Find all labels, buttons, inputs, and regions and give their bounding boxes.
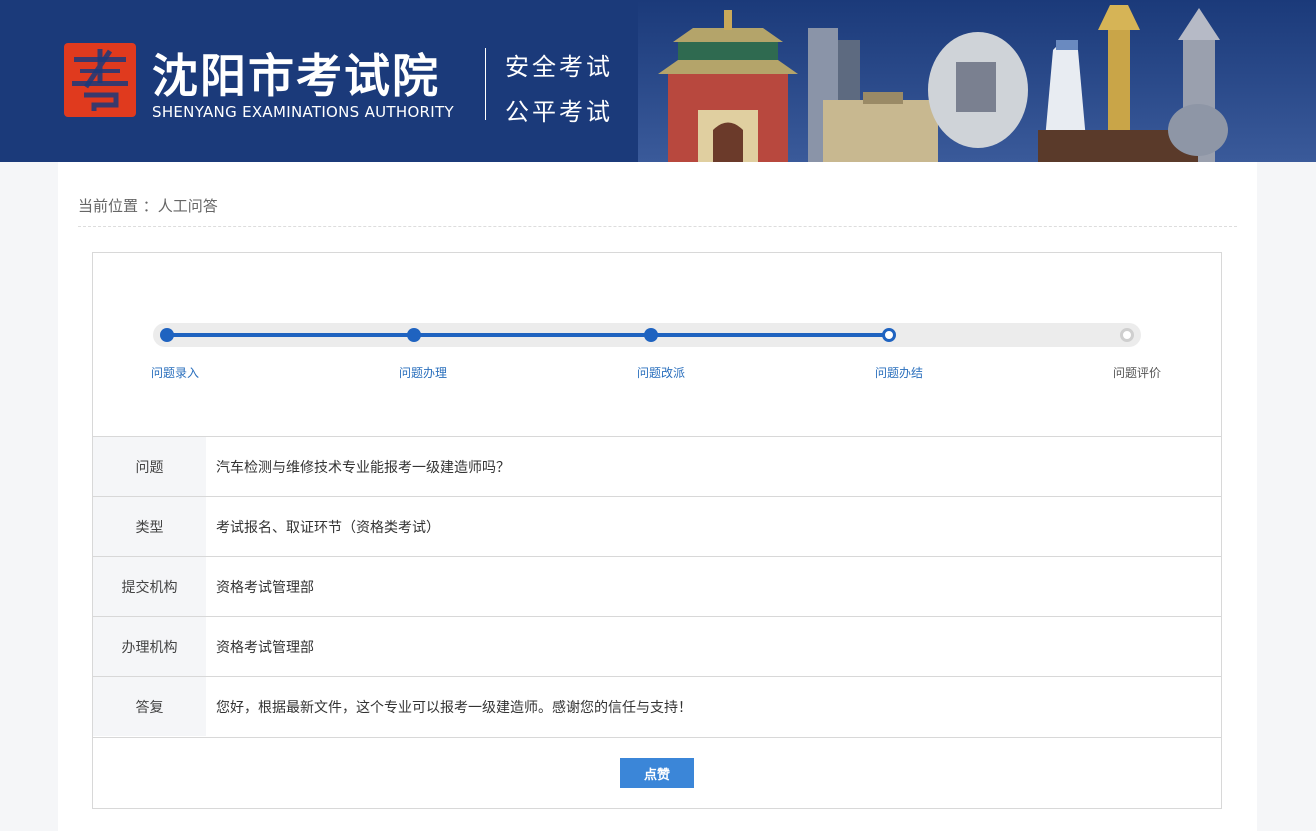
- handling-org-text: 资格考试管理部: [216, 639, 314, 656]
- question-detail-box: 问题录入 问题办理 问题改派 问题办结 问题评价 问题 汽车检测与维修技术专业能…: [92, 252, 1222, 809]
- table-row-handling-org: 办理机构 资格考试管理部: [93, 616, 1221, 676]
- progress-track: [153, 323, 1141, 347]
- row-label: 办理机构: [93, 617, 206, 676]
- detail-table: 问题 汽车检测与维修技术专业能报考一级建造师吗？ 类型 考试报名、取证环节（资格…: [93, 436, 1221, 736]
- progress-dot-step-4: [882, 328, 896, 342]
- header-divider: [485, 48, 486, 120]
- progress-dot-step-2: [407, 328, 421, 342]
- table-row-type: 类型 考试报名、取证环节（资格类考试）: [93, 496, 1221, 556]
- progress-fill: [167, 333, 889, 337]
- progress-dot-step-3: [644, 328, 658, 342]
- site-header: 沈阳市考试院 SHENYANG EXAMINATIONS AUTHORITY 安…: [0, 0, 1316, 162]
- question-text: 汽车检测与维修技术专业能报考一级建造师吗？: [216, 459, 510, 476]
- slogan-fair: 公平考试: [505, 98, 613, 126]
- progress-dot-step-5: [1120, 328, 1134, 342]
- breadcrumb: 当前位置 ：人工问答: [78, 197, 218, 215]
- site-subtitle: SHENYANG EXAMINATIONS AUTHORITY: [152, 103, 454, 121]
- breadcrumb-divider: [78, 226, 1237, 227]
- row-label: 答复: [93, 677, 206, 736]
- logo-icon[interactable]: [64, 43, 136, 117]
- step-label-completed: 问题办结: [874, 366, 924, 380]
- table-row-reply: 答复 您好，根据最新文件，这个专业可以报考一级建造师。感谢您的信任与支持！: [93, 676, 1221, 736]
- step-label-processing: 问题办理: [398, 366, 448, 380]
- step-label-evaluation: 问题评价: [1112, 366, 1162, 380]
- slogan-safe: 安全考试: [505, 53, 613, 81]
- reply-text: 您好，根据最新文件，这个专业可以报考一级建造师。感谢您的信任与支持！: [216, 699, 692, 716]
- site-title: 沈阳市考试院: [152, 49, 440, 103]
- content-panel: 当前位置 ：人工问答 问题录入 问题办理 问题改派 问题办结 问题评价 问题 汽…: [58, 162, 1257, 831]
- action-row: 点赞: [93, 737, 1221, 808]
- like-button[interactable]: 点赞: [620, 758, 694, 788]
- row-label: 问题: [93, 437, 206, 496]
- step-label-reassign: 问题改派: [636, 366, 686, 380]
- city-skyline-illustration: [638, 0, 1316, 162]
- type-text: 考试报名、取证环节（资格类考试）: [216, 519, 440, 536]
- row-label: 类型: [93, 497, 206, 556]
- progress-dot-step-1: [160, 328, 174, 342]
- submit-org-text: 资格考试管理部: [216, 579, 314, 596]
- row-label: 提交机构: [93, 557, 206, 616]
- table-row-question: 问题 汽车检测与维修技术专业能报考一级建造师吗？: [93, 436, 1221, 496]
- step-label-entry: 问题录入: [150, 366, 200, 380]
- table-row-submit-org: 提交机构 资格考试管理部: [93, 556, 1221, 616]
